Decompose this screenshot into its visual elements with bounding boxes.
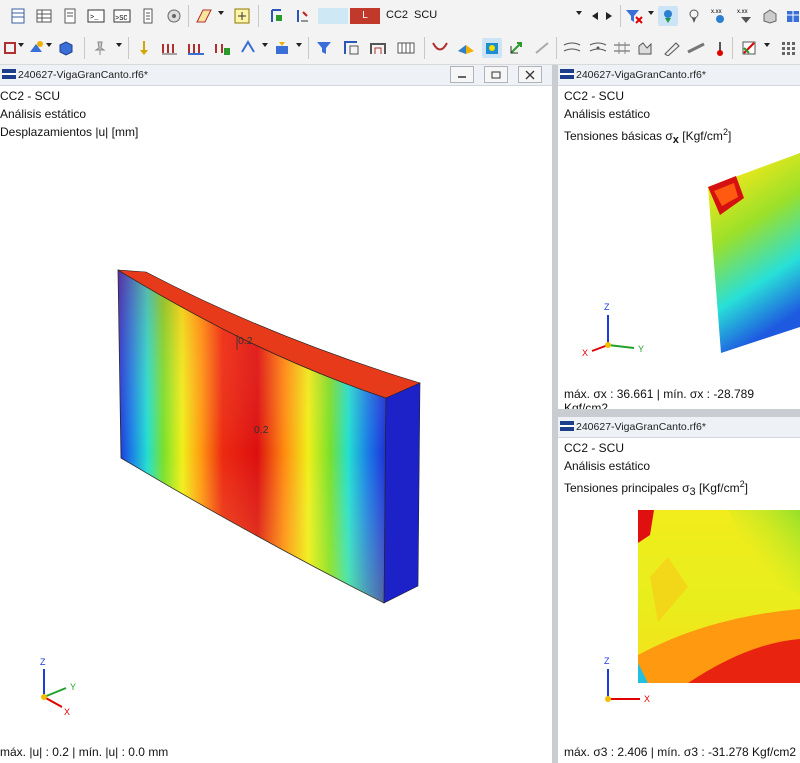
support-reactions-icon[interactable] — [760, 6, 780, 26]
svg-text:x.xx: x.xx — [711, 9, 722, 15]
load-case-color-swatch — [318, 8, 348, 24]
axis-z-label: Z — [604, 302, 610, 312]
filter-icon[interactable] — [624, 6, 644, 26]
section-lines-icon[interactable] — [612, 38, 632, 58]
svg-text:>SC: >SC — [115, 15, 128, 23]
member-loads-icon[interactable] — [160, 38, 180, 58]
displacement-contour-view[interactable]: 0.2 0.2 Z Y X — [0, 65, 552, 763]
result-diagram-icon[interactable] — [636, 38, 656, 58]
list-icon[interactable] — [34, 6, 54, 26]
values-filter-icon[interactable]: x.xx — [736, 6, 756, 26]
display-properties-icon[interactable] — [26, 38, 46, 58]
filter-results-icon[interactable] — [314, 38, 334, 58]
main-result-summary: máx. |u| : 0.2 | mín. |u| : 0.0 mm — [0, 745, 169, 759]
isolines-values-icon[interactable] — [588, 38, 608, 58]
nodes-icon[interactable] — [0, 38, 20, 58]
load-case-id: CC2 — [386, 9, 409, 21]
values-icon[interactable]: x.xx — [710, 6, 730, 26]
main-toolbar: >_ >SC L CC2 SCU x.xx x.xx — [0, 0, 800, 33]
main-result-window: 240627-VigaGranCanto.rf6* CC2 - SCU Anál… — [0, 65, 552, 763]
pencil-icon[interactable] — [662, 38, 682, 58]
view-toolbar — [0, 32, 800, 65]
load-icon[interactable] — [134, 38, 154, 58]
value-label-center: 0.2 — [254, 424, 269, 436]
load-case-name[interactable]: SCU — [414, 9, 437, 21]
horizontal-splitter[interactable] — [558, 409, 800, 417]
solid-loads-icon[interactable] — [212, 38, 232, 58]
value-label-top: 0.2 — [238, 335, 253, 347]
color-scale-icon[interactable] — [740, 38, 760, 58]
dimension-icon[interactable] — [232, 6, 252, 26]
results-display-icon[interactable] — [272, 38, 292, 58]
upper-result-summary: máx. σx : 36.661 | mín. σx : -28.789 Kgf… — [564, 387, 755, 409]
result-sections-icon[interactable] — [342, 38, 362, 58]
axis-z-label: Z — [40, 657, 46, 667]
arrows-icon[interactable] — [506, 38, 526, 58]
line-icon[interactable] — [532, 38, 552, 58]
result-frame-icon[interactable] — [368, 38, 388, 58]
load-case-badge: L — [350, 8, 380, 24]
stress-sigma-x-window: 240627-VigaGranCanto.rf6* CC2 - SCU Anál… — [558, 65, 800, 409]
axis-triad: Z Y X — [40, 657, 76, 717]
beam-end-face — [383, 382, 421, 604]
axis-x-label: X — [582, 348, 588, 358]
results-on-icon[interactable] — [658, 6, 678, 26]
nodal-support-icon[interactable] — [266, 6, 286, 26]
next-load-case-icon[interactable] — [602, 6, 616, 26]
print-icon[interactable] — [138, 6, 158, 26]
solid-results-icon[interactable] — [482, 38, 502, 58]
ruler-icon[interactable] — [686, 38, 706, 58]
axis-y-label: Y — [638, 344, 644, 354]
sigma-x-contour-view[interactable]: Z Y X — [558, 65, 800, 409]
svg-text:x.xx: x.xx — [737, 9, 748, 15]
imperfection-icon[interactable] — [238, 38, 258, 58]
cube-icon[interactable] — [783, 6, 800, 26]
table-icon[interactable] — [8, 6, 28, 26]
section-icon[interactable] — [194, 6, 214, 26]
load-case-dropdown-icon[interactable] — [576, 11, 582, 15]
pin-icon[interactable] — [90, 38, 110, 58]
console-icon[interactable]: >SC — [112, 6, 132, 26]
result-table-icon[interactable] — [396, 38, 416, 58]
isolines-icon[interactable] — [562, 38, 582, 58]
stress-sigma-3-window: 240627-VigaGranCanto.rf6* CC2 - SCU Anál… — [558, 417, 800, 763]
surface-results-icon[interactable] — [456, 38, 476, 58]
axis-x-label: X — [64, 707, 70, 717]
grid-icon[interactable] — [778, 38, 798, 58]
line-support-icon[interactable] — [292, 6, 312, 26]
thermometer-icon[interactable] — [710, 38, 730, 58]
surface-loads-icon[interactable] — [186, 38, 206, 58]
camera-icon[interactable] — [684, 6, 704, 26]
axis-z-label: Z — [604, 656, 610, 666]
svg-text:>_: >_ — [90, 14, 99, 22]
sigma-3-contour-view[interactable]: Z X — [558, 417, 800, 763]
solids-icon[interactable] — [56, 38, 76, 58]
lower-result-summary: máx. σ3 : 2.406 | mín. σ3 : -31.278 Kgf/… — [564, 745, 797, 759]
deformation-icon[interactable] — [430, 38, 450, 58]
script-icon[interactable]: >_ — [86, 6, 106, 26]
previous-load-case-icon[interactable] — [588, 6, 602, 26]
axis-x-label: X — [644, 694, 650, 704]
axis-triad: Z Y X — [582, 302, 644, 358]
axis-y-label: Y — [70, 682, 76, 692]
report-icon[interactable] — [60, 6, 80, 26]
view-icon[interactable] — [164, 6, 184, 26]
